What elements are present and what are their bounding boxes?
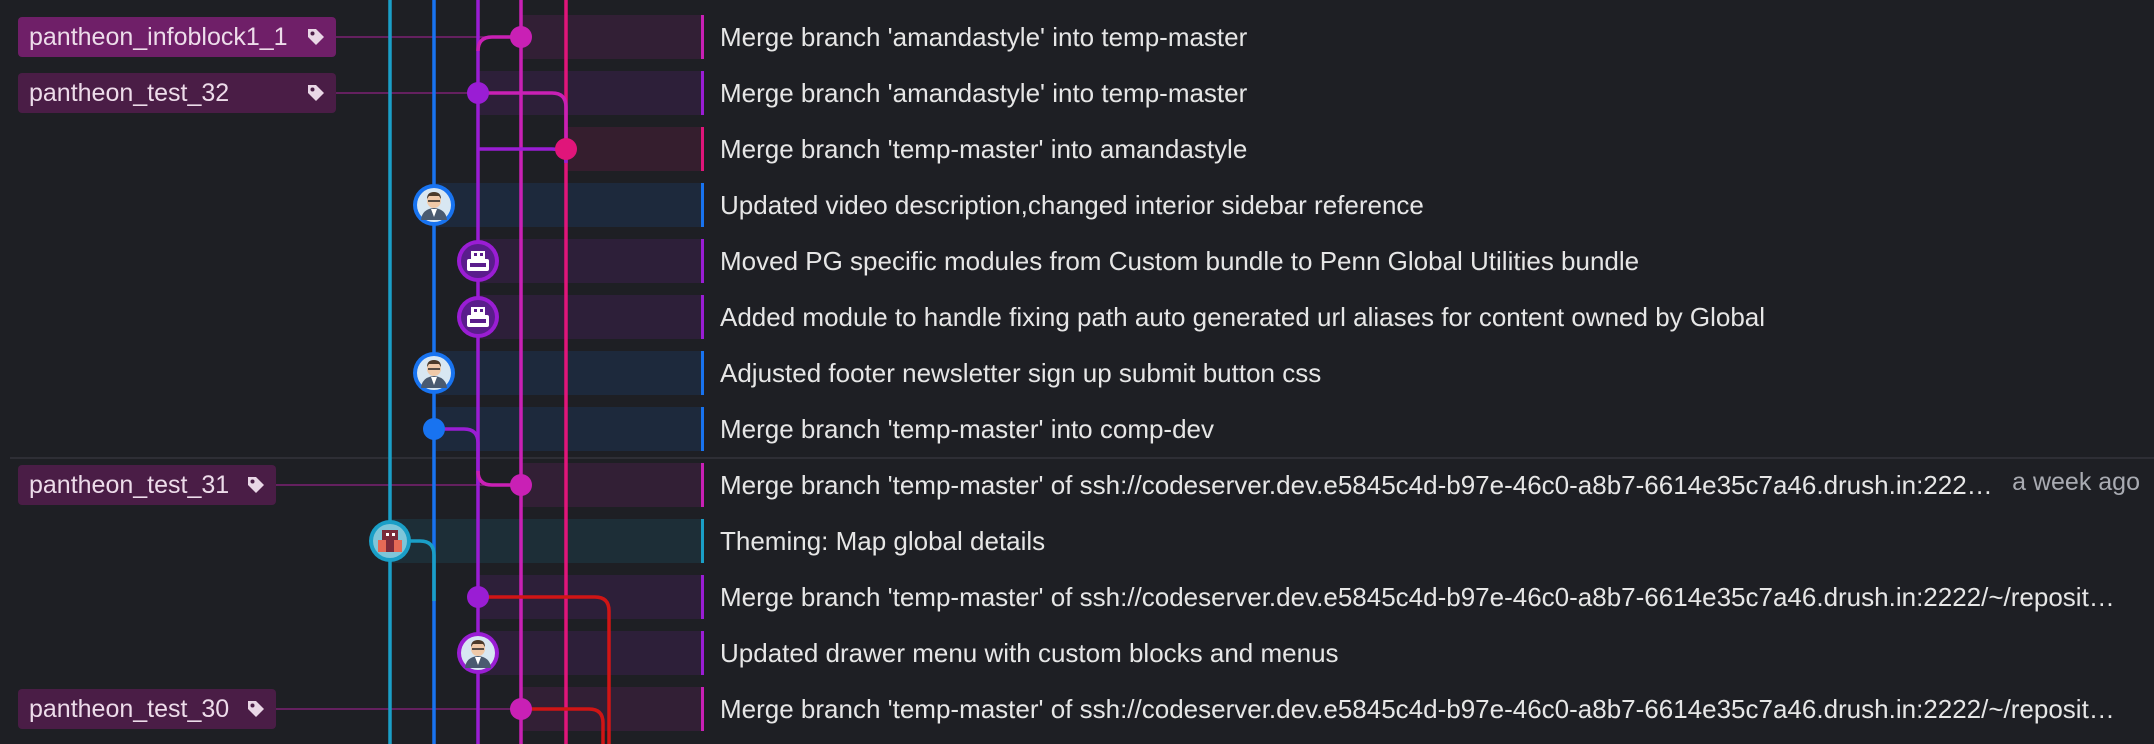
row-color-bar — [701, 239, 704, 283]
avatar-eye — [392, 533, 395, 536]
row-color-bar — [701, 183, 704, 227]
avatar-person-icon — [413, 184, 455, 226]
row-highlight — [478, 239, 703, 283]
avatar-person-icon — [413, 352, 455, 394]
tag-icon — [248, 701, 264, 717]
tag-label[interactable]: pantheon_test_31 — [18, 465, 276, 505]
avatar-center — [386, 540, 394, 552]
row-color-bar — [701, 127, 704, 171]
row-color-bar — [701, 631, 704, 675]
row-color-bar — [701, 519, 704, 563]
row-highlight — [434, 351, 703, 395]
commit-message[interactable]: Updated drawer menu with custom blocks a… — [720, 638, 1339, 668]
tag-name: pantheon_test_30 — [29, 694, 230, 723]
commit-message[interactable]: Adjusted footer newsletter sign up submi… — [720, 358, 1321, 388]
tag-icon — [248, 477, 264, 493]
commit-dot — [467, 82, 489, 104]
row-color-bar — [701, 687, 704, 731]
commit-dot — [467, 586, 489, 608]
row-color-bar — [701, 575, 704, 619]
commit-message[interactable]: Updated video description,changed interi… — [720, 190, 1424, 220]
avatar-head — [382, 530, 398, 540]
commit-message[interactable]: Merge branch 'temp-master' of ssh://code… — [720, 582, 2125, 612]
tag-label[interactable]: pantheon_test_30 — [18, 689, 276, 729]
row-color-bar — [701, 71, 704, 115]
commit-dot — [510, 698, 532, 720]
avatar-robot-icon — [457, 240, 499, 282]
row-color-bar — [701, 15, 704, 59]
commit-message[interactable]: Merge branch 'temp-master' into comp-dev — [720, 414, 1214, 444]
tag-icon — [308, 85, 324, 101]
commit-dot — [555, 138, 577, 160]
tag-name: pantheon_test_32 — [29, 78, 230, 107]
tag-label[interactable]: pantheon_test_32 — [18, 73, 336, 113]
row-color-bar — [701, 463, 704, 507]
avatar-mouth — [470, 319, 486, 323]
commit-message[interactable]: Theming: Map global details — [720, 526, 1045, 556]
tag-name: pantheon_infoblock1_1 — [29, 22, 288, 51]
row-highlight — [434, 407, 703, 451]
commit-time: a week ago — [2012, 468, 2140, 496]
row-highlight — [434, 183, 703, 227]
commit-message[interactable]: Merge branch 'temp-master' of ssh://code… — [720, 470, 2005, 500]
commit-dot — [510, 474, 532, 496]
avatar-eye — [480, 253, 483, 256]
row-highlight — [521, 463, 703, 507]
avatar-eye — [474, 253, 477, 256]
row-color-bar — [701, 407, 704, 451]
tag-icon — [308, 29, 324, 45]
row-highlight — [478, 631, 703, 675]
avatar-eye — [480, 309, 483, 312]
row-highlight — [478, 295, 703, 339]
avatar-person-icon — [457, 632, 499, 674]
commit-message[interactable]: Moved PG specific modules from Custom bu… — [720, 246, 1639, 276]
row-color-bar — [701, 295, 704, 339]
row-highlight — [566, 127, 703, 171]
row-highlight — [521, 15, 703, 59]
commit-message[interactable]: Added module to handle fixing path auto … — [720, 302, 1765, 332]
row-color-bar — [701, 351, 704, 395]
avatar-mouth — [470, 263, 486, 267]
commit-message[interactable]: Merge branch 'temp-master' of ssh://code… — [720, 694, 2125, 724]
row-highlight — [390, 519, 703, 563]
commit-dot — [510, 26, 532, 48]
commit-message[interactable]: Merge branch 'amandastyle' into temp-mas… — [720, 78, 1247, 108]
avatar-pixel-icon — [369, 520, 411, 562]
avatar-eye — [386, 533, 389, 536]
avatar-robot-icon — [457, 296, 499, 338]
avatar-eye — [474, 309, 477, 312]
commit-message[interactable]: Merge branch 'temp-master' into amandast… — [720, 134, 1247, 164]
tag-label[interactable]: pantheon_infoblock1_1 — [18, 17, 336, 57]
commit-message[interactable]: Merge branch 'amandastyle' into temp-mas… — [720, 22, 1247, 52]
tag-name: pantheon_test_31 — [29, 470, 230, 499]
commit-dot — [423, 418, 445, 440]
